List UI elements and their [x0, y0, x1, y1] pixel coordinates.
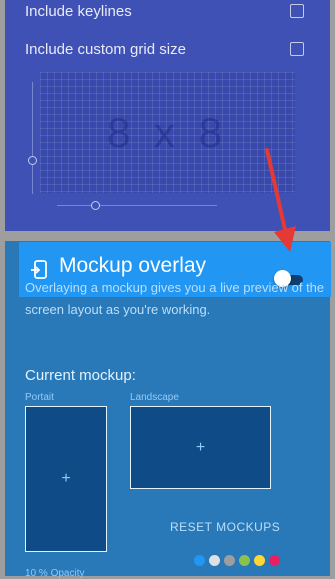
horizontal-size-slider-thumb[interactable] [91, 201, 100, 210]
watermark-dot [224, 555, 235, 566]
portrait-mockup-slot[interactable]: + [25, 406, 107, 552]
watermark-dot [209, 555, 220, 566]
vertical-size-slider-track [32, 82, 33, 194]
add-portrait-icon: + [61, 470, 71, 487]
keylines-checkbox[interactable] [290, 4, 304, 18]
opacity-label: 10 % Opacity [25, 568, 85, 579]
watermark-dot [194, 555, 205, 566]
keylines-label: Include keylines [25, 3, 132, 20]
custom-grid-label: Include custom grid size [25, 41, 186, 58]
landscape-mockup-slot[interactable]: + [130, 406, 271, 489]
horizontal-size-slider-track [57, 205, 217, 206]
custom-grid-checkbox[interactable] [290, 42, 304, 56]
watermark-dots [194, 553, 284, 571]
vertical-size-slider-thumb[interactable] [28, 156, 37, 165]
mockup-overlay-card: Mockup overlay Overlaying a mockup gives… [5, 241, 331, 579]
add-landscape-icon: + [195, 438, 206, 456]
watermark-dot [254, 555, 265, 566]
mockup-overlay-title: Mockup overlay [59, 254, 207, 277]
mockup-overlay-description: Overlaying a mockup gives you a live pre… [25, 280, 325, 317]
portrait-label: Portait [25, 392, 54, 403]
red-arrow-annotation [265, 148, 296, 252]
watermark-dot [269, 555, 280, 566]
current-mockup-title: Current mockup: [25, 367, 136, 384]
landscape-label: Landscape [130, 392, 179, 403]
watermark-dot [239, 555, 250, 566]
reset-mockups-button[interactable]: RESET MOCKUPS [170, 520, 280, 534]
